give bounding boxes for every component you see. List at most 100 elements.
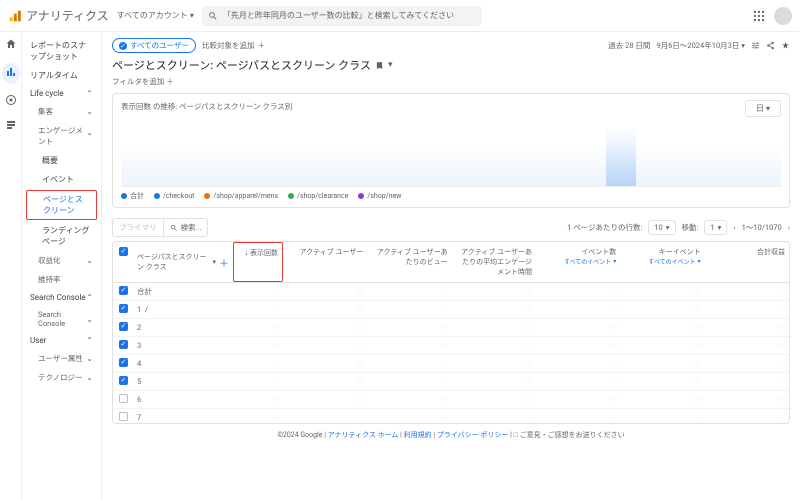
topbar: アナリティクス すべてのアカウント ▾ 「先月と昨年同月のユーザー数の比較」と検… [0, 0, 800, 32]
sidebar-item-monetize[interactable]: 収益化⌄ [22, 251, 101, 270]
bookmark-icon[interactable] [375, 61, 384, 70]
chevron-down-icon: ⌄ [86, 315, 93, 324]
sidebar-item-landing[interactable]: ランディング ページ [22, 221, 101, 251]
granularity-selector[interactable]: 日 ▾ [745, 100, 781, 117]
chevron-down-icon: ⌄ [86, 373, 93, 382]
table-row[interactable]: 4 ——————— [113, 355, 789, 373]
analytics-logo-icon [8, 9, 22, 23]
sidebar-item-retention[interactable]: 維持率 [22, 270, 101, 289]
event-filter-select[interactable]: すべてのイベント ▾ [540, 257, 616, 266]
chevron-down-icon[interactable]: ▾ [388, 60, 393, 70]
sidebar-section-lifecycle[interactable]: Life cycle⌃ [22, 85, 101, 102]
legend-dot-icon [154, 193, 160, 199]
reports-icon[interactable] [2, 63, 20, 84]
col-views-per-user[interactable]: アクティブ ユーザーあたりのビュー [367, 242, 451, 282]
apps-icon[interactable] [752, 9, 766, 23]
insights-icon[interactable] [781, 41, 790, 50]
chevron-down-icon: ⌄ [86, 354, 93, 363]
row-checkbox[interactable] [119, 304, 128, 313]
col-avg-engagement[interactable]: アクティブ ユーザーあたりの平均エンゲージメント時間 [452, 242, 536, 282]
table-row[interactable]: 7 ——————— [113, 409, 789, 423]
sidebar-section-user[interactable]: User⌃ [22, 332, 101, 349]
table-row[interactable]: 1 /——————— [113, 301, 789, 319]
avatar[interactable] [774, 7, 792, 25]
chart-title: 表示回数 の推移: ページパスとスクリーン クラス別 [121, 101, 292, 112]
chevron-up-icon: ⌃ [86, 293, 93, 302]
rows-per-page-select[interactable]: 10 ▾ [648, 220, 675, 235]
footer-link-privacy[interactable]: プライバシー ポリシー [437, 431, 509, 439]
ads-icon[interactable] [5, 119, 17, 134]
chevron-up-icon: ⌃ [86, 89, 93, 98]
sidebar-section-sc[interactable]: Search Console⌃ [22, 289, 101, 306]
sidebar: レポートのスナップショット リアルタイム Life cycle⌃ 集客⌄ エンゲ… [22, 32, 102, 500]
col-active-users[interactable]: アクティブ ユーザー [283, 242, 367, 282]
row-checkbox[interactable] [119, 376, 128, 385]
col-key-events[interactable]: キーイベントすべてのイベント ▾ [620, 242, 704, 282]
search-icon [208, 11, 218, 21]
row-checkbox[interactable] [119, 322, 128, 331]
table-search[interactable]: プライマリ 検索... [112, 218, 208, 237]
select-all-checkbox[interactable] [119, 247, 128, 256]
table-row[interactable]: 3 ——————— [113, 337, 789, 355]
sidebar-item-overview[interactable]: 概要 [22, 151, 101, 170]
legend-dot-icon [358, 193, 364, 199]
chip-all-users[interactable]: ✓すべてのユーザー [112, 38, 196, 53]
plus-icon: ＋ [258, 40, 266, 51]
page-next-button[interactable]: › [788, 223, 790, 232]
col-views[interactable]: ↓ 表示回数 [233, 242, 283, 282]
sidebar-item-pages[interactable]: ページとスクリーン [26, 190, 97, 220]
icon-rail [0, 32, 22, 500]
table-toolbar: プライマリ 検索... 1 ページあたりの行数: 10 ▾ 移動: 1 ▾ ‹ … [112, 214, 790, 241]
sidebar-item-userattr[interactable]: ユーザー属性⌄ [22, 349, 101, 368]
sidebar-item-realtime[interactable]: リアルタイム [22, 66, 101, 85]
add-comparison-button[interactable]: 比較対象を追加 ＋ [202, 40, 265, 51]
plus-icon[interactable]: ＋ [219, 255, 229, 270]
chart-card: 表示回数 の推移: ページパスとスクリーン クラス別 日 ▾ 合計 /check… [112, 93, 790, 208]
explore-icon[interactable] [5, 94, 17, 109]
row-checkbox[interactable] [119, 394, 128, 403]
app-name: アナリティクス [26, 7, 109, 24]
share-icon[interactable] [766, 41, 775, 50]
footer-link-home[interactable]: アナリティクス ホーム [328, 431, 399, 439]
date-prefix: 過去 28 日間 [608, 40, 650, 51]
home-icon[interactable] [5, 38, 17, 53]
table-row-total: 合計——————— [113, 283, 789, 301]
search-icon [170, 224, 178, 232]
legend-dot-icon [121, 193, 127, 199]
sidebar-item-events[interactable]: イベント [22, 170, 101, 189]
keyevent-filter-select[interactable]: すべてのイベント ▾ [624, 257, 700, 266]
legend-dot-icon [204, 193, 210, 199]
table-row[interactable]: 6 ——————— [113, 391, 789, 409]
row-checkbox[interactable] [119, 286, 128, 295]
col-revenue[interactable]: 合計収益 [705, 242, 789, 282]
table-row[interactable]: 5 ——————— [113, 373, 789, 391]
add-filter-button[interactable]: フィルタを追加 ＋ [112, 76, 790, 87]
table-row[interactable]: 2 ——————— [113, 319, 789, 337]
customize-icon[interactable] [751, 41, 760, 50]
goto-page-select[interactable]: 1 ▾ [704, 220, 727, 235]
footer-feedback[interactable]: □ ご意見・ご感想をお送りください [514, 431, 625, 439]
sidebar-item-engagement[interactable]: エンゲージメント⌃ [22, 121, 101, 151]
account-selector[interactable]: すべてのアカウント ▾ [117, 10, 194, 21]
footer: ©2024 Google | アナリティクス ホーム | 利用規約 | プライバ… [112, 424, 790, 446]
line-chart[interactable] [121, 117, 781, 187]
sidebar-item-tech[interactable]: テクノロジー⌄ [22, 368, 101, 387]
row-checkbox[interactable] [119, 340, 128, 349]
col-event-count[interactable]: イベント数すべてのイベント ▾ [536, 242, 620, 282]
page-prev-button[interactable]: ‹ [733, 223, 735, 232]
sidebar-item-acquisition[interactable]: 集客⌄ [22, 102, 101, 121]
data-table: ページパスとスクリーン クラス ▾ ＋ ↓ 表示回数 アクティブ ユーザー アク… [112, 241, 790, 424]
col-dimension[interactable]: ページパスとスクリーン クラス ▾ ＋ [133, 242, 233, 282]
row-checkbox[interactable] [119, 412, 128, 421]
sort-down-icon: ↓ [244, 248, 248, 257]
date-range-picker[interactable]: 9月6日～2024年10月3日 ▾ [656, 40, 745, 51]
footer-link-terms[interactable]: 利用規約 [404, 431, 432, 439]
search-input[interactable]: 「先月と昨年同月のユーザー数の比較」と検索してみてください [202, 6, 482, 26]
row-checkbox[interactable] [119, 358, 128, 367]
sidebar-item-sc[interactable]: Search Console⌄ [22, 306, 101, 332]
chevron-up-icon: ⌃ [86, 336, 93, 345]
page-range: 1～10/1070 [742, 222, 782, 233]
sidebar-item-snapshot[interactable]: レポートのスナップショット [22, 36, 101, 66]
logo[interactable]: アナリティクス [8, 7, 109, 24]
chart-legend: 合計 /checkout /shop/apparel/mens /shop/cl… [121, 191, 781, 201]
